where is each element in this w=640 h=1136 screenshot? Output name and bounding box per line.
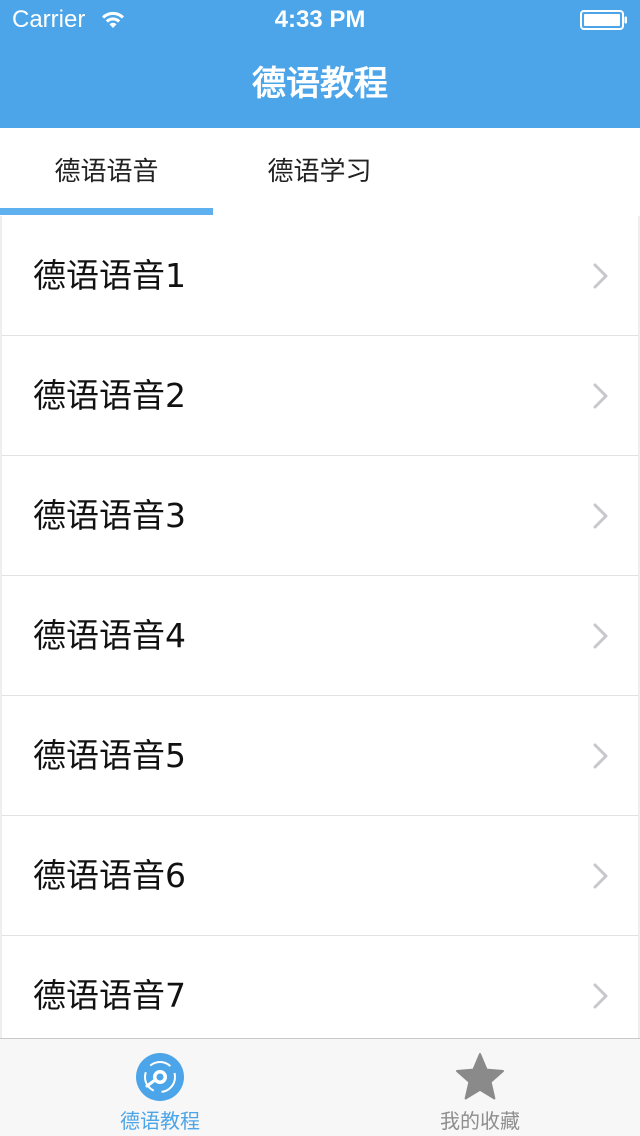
tab-pronunciation[interactable]: 德语语音	[0, 128, 213, 216]
list-item-label: 德语语音2	[33, 376, 186, 415]
tabbar-item-tutorial[interactable]: 德语教程	[0, 1039, 320, 1136]
app-screen: Carrier 4:33 PM 德语教程 德语语音 德语学习 德语语音1 德语语…	[0, 0, 640, 1136]
list-item[interactable]: 德语语音3	[0, 456, 640, 576]
tabbar-label: 德语教程	[120, 1109, 200, 1133]
segment-tabs: 德语语音 德语学习	[0, 128, 426, 217]
status-bar: Carrier 4:33 PM	[0, 0, 640, 40]
list-item-label: 德语语音5	[33, 736, 186, 775]
chevron-right-icon	[593, 983, 608, 1009]
list-item-label: 德语语音7	[33, 976, 186, 1015]
chevron-right-icon	[593, 623, 608, 649]
row-edge	[0, 216, 2, 336]
chevron-right-icon	[593, 383, 608, 409]
list-item[interactable]: 德语语音2	[0, 336, 640, 456]
chevron-right-icon	[593, 743, 608, 769]
tabbar-label: 我的收藏	[440, 1109, 520, 1133]
list-item-label: 德语语音1	[33, 256, 186, 295]
chevron-right-icon	[593, 503, 608, 529]
row-edge	[0, 456, 2, 576]
tab-selected-indicator	[0, 208, 213, 215]
row-edge	[0, 576, 2, 696]
row-edge	[0, 336, 2, 456]
page-title: 德语教程	[252, 64, 388, 104]
row-edge	[0, 816, 2, 936]
row-edge	[0, 696, 2, 816]
row-edge	[0, 936, 2, 1038]
list-item-label: 德语语音3	[33, 496, 186, 535]
list-item[interactable]: 德语语音6	[0, 816, 640, 936]
battery-icon	[580, 10, 627, 30]
list-item[interactable]: 德语语音5	[0, 696, 640, 816]
list-item-label: 德语语音4	[33, 616, 186, 655]
status-time: 4:33 PM	[274, 6, 366, 33]
tab-bar: 德语教程 我的收藏	[0, 1038, 640, 1136]
list-item[interactable]: 德语语音1	[0, 216, 640, 336]
header: Carrier 4:33 PM 德语教程	[0, 0, 640, 128]
lesson-list: 德语语音1 德语语音2 德语语音3 德语语音4 德语语音5 德语语音6 德语语音…	[0, 216, 640, 1038]
chevron-right-icon	[593, 863, 608, 889]
disc-icon	[136, 1053, 184, 1101]
list-item-label: 德语语音6	[33, 856, 186, 895]
tabbar-item-favorites[interactable]: 我的收藏	[320, 1039, 640, 1136]
tab-study[interactable]: 德语学习	[213, 128, 426, 216]
star-icon	[456, 1053, 504, 1100]
chevron-right-icon	[593, 263, 608, 289]
list-item[interactable]: 德语语音7	[0, 936, 640, 1038]
list-item[interactable]: 德语语音4	[0, 576, 640, 696]
